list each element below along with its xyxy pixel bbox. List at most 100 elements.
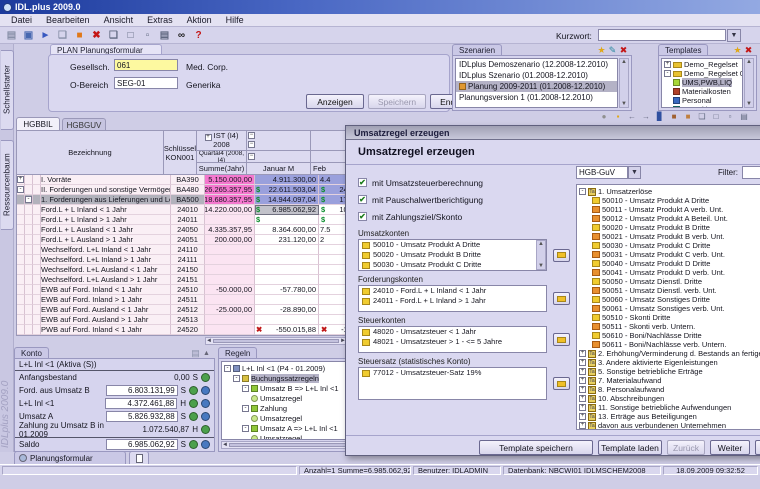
table-row[interactable]: Wechselford. L+L Inland > 1 Jahr24111 — [17, 255, 347, 265]
menu-datei[interactable]: Datei — [4, 15, 39, 25]
row-name-cell[interactable]: EWB auf Ford. Inland < 1 Jahr — [41, 285, 171, 295]
collapse-row-icon[interactable]: − — [248, 132, 255, 139]
menu-extras[interactable]: Extras — [140, 15, 180, 25]
tree-expander-icon[interactable]: + — [579, 404, 586, 411]
checkbox-checked-icon[interactable]: ✔ — [358, 212, 367, 221]
listbox-scrollbar[interactable]: ▲▼ — [536, 240, 546, 270]
konten-tree-item[interactable]: 50511 - Skonti verb. Untern. — [579, 322, 760, 331]
konto-row-value[interactable]: 6.803.131,99 — [106, 385, 178, 396]
konten-tree-item[interactable]: 50051 - Umsatz Dienstl. verb. Unt. — [579, 286, 760, 295]
tree-expander-icon[interactable]: - — [664, 70, 671, 77]
summe-cell[interactable] — [205, 255, 255, 265]
tab-hgbbil[interactable]: HGBBIL — [16, 117, 60, 131]
post-green-icon[interactable] — [189, 399, 198, 408]
konten-listbox[interactable]: 50010 - Umsatz Produkt A Dritte50020 - U… — [358, 239, 547, 271]
cascade-windows-icon[interactable]: ❏ — [106, 28, 121, 42]
status-dot-icon[interactable]: ● — [598, 111, 610, 122]
column-header-ist[interactable]: + IST (I4)2008 Quartal4 (2008, I4) Summe… — [197, 131, 247, 175]
collapse-row-icon[interactable]: − — [248, 153, 255, 160]
konto-list-item[interactable]: 50010 - Umsatz Produkt A Dritte — [359, 240, 546, 250]
konten-tree-item[interactable]: 50031 - Umsatz Produkt C verb. Unt. — [579, 250, 760, 259]
tree-expander-icon[interactable]: - — [224, 365, 231, 372]
scroll-left-icon[interactable]: ◄ — [206, 338, 212, 344]
tree-expander-icon[interactable]: + — [664, 61, 671, 68]
summe-cell[interactable]: -25.000,00 — [205, 305, 255, 315]
row-name-cell[interactable]: II. Forderungen und sonstige Vermögensge… — [41, 185, 171, 195]
sidebar-tab-schnellstarter[interactable]: Schnellstarter — [1, 50, 14, 130]
detail-blue-icon[interactable] — [201, 399, 210, 408]
gesellschaft-field[interactable]: 061 — [114, 59, 178, 71]
konten-tree-item[interactable]: 50030 - Umsatz Produkt C Dritte — [579, 241, 760, 250]
summe-cell[interactable] — [205, 245, 255, 255]
scroll-up-icon[interactable]: ▲ — [538, 241, 544, 247]
summe-cell[interactable] — [205, 315, 255, 325]
edit-icon[interactable]: ✎ — [607, 45, 618, 56]
regel-tree-item[interactable]: -Umsatz B => L+L Inl <1 — [223, 383, 347, 393]
summe-cell[interactable] — [205, 325, 255, 335]
tree-expander-icon[interactable]: + — [579, 359, 586, 366]
row-name-cell[interactable]: PWB auf Ford. Inland < 1 Jahr — [41, 325, 171, 335]
menu-aktion[interactable]: Aktion — [180, 15, 219, 25]
filter-input[interactable] — [742, 166, 760, 179]
summe-cell[interactable] — [205, 265, 255, 275]
row-name-cell[interactable]: Wechselford. L+L Inland < 1 Jahr — [41, 245, 171, 255]
menu-bearbeiten[interactable]: Bearbeiten — [39, 15, 97, 25]
expand-ist-icon[interactable]: + — [205, 134, 212, 141]
januar-cell[interactable] — [255, 265, 319, 275]
januar-cell[interactable]: -57.780,00 — [255, 285, 319, 295]
send-icon[interactable]: ► — [38, 28, 53, 42]
minimize-window-icon[interactable]: ▫ — [140, 28, 155, 42]
menu-hilfe[interactable]: Hilfe — [219, 15, 251, 25]
table-row[interactable]: Wechselford. L+L Ausland < 1 Jahr24150 — [17, 265, 347, 275]
table-row[interactable]: - II. Forderungen und sonstige Vermögensg… — [17, 185, 347, 195]
regel-tree-item[interactable]: Umsatzregel — [223, 433, 347, 440]
note-icon[interactable]: ▪ — [612, 111, 624, 122]
tree-expander-icon[interactable]: - — [25, 196, 32, 203]
window-icon[interactable]: □ — [123, 28, 138, 42]
januar-cell[interactable]: $22.611.503,04 — [255, 185, 319, 195]
template-tree-item[interactable]: +Demo_Regelset — [662, 60, 742, 69]
table-row[interactable]: EWB auf Ford. Inland < 1 Jahr24510-50.00… — [17, 285, 347, 295]
konten-tree-item[interactable]: 50060 - Umsatz Sonstiges Dritte — [579, 295, 760, 304]
column-header-schluessel[interactable]: Schlüssel KON001 — [163, 131, 196, 174]
konten-tree-item[interactable]: +Ta13. Erträge aus Beteiligungen — [579, 412, 760, 421]
table-row[interactable]: Ford.L + L Inland > 1 Jahr24011$$ — [17, 215, 347, 225]
konten-tree-item[interactable]: 50012 - Umsatz Produkt A Beteil. Unt. — [579, 214, 760, 223]
row-name-cell[interactable]: I. Vorräte — [41, 175, 171, 185]
weiter-button[interactable]: Weiter — [710, 440, 750, 455]
tile2-icon[interactable]: ▤ — [738, 111, 750, 122]
konten-tree-item[interactable]: 50040 - Umsatz Produkt D Dritte — [579, 259, 760, 268]
regel-tree-item[interactable]: -Umsatz A => L+L Inl <1 — [223, 423, 347, 433]
print-icon[interactable]: ▤ — [4, 28, 19, 42]
regeln-horizontal-scrollbar[interactable]: ◄ — [221, 441, 349, 449]
scenario-item[interactable]: Planung 2009-2011 (01.2008-12.2010) — [456, 81, 617, 92]
januar-cell[interactable]: $6.985.062,92 — [255, 205, 319, 215]
tree-expander-icon[interactable]: + — [579, 350, 586, 357]
tree-expander-icon[interactable]: - — [17, 186, 24, 193]
row-name-cell[interactable]: Ford.L + L Inland > 1 Jahr — [41, 215, 171, 225]
row-name-cell[interactable]: EWB auf Ford. Ausland < 1 Jahr — [41, 305, 171, 315]
kurzwort-dropdown-button[interactable]: ▼ — [727, 29, 741, 42]
delete-icon[interactable]: ✖ — [89, 28, 104, 42]
konten-view-combo[interactable]: HGB-GuV — [576, 166, 628, 179]
help-icon[interactable]: ? — [191, 28, 206, 42]
row-name-cell[interactable]: Wechselford. L+L Ausland < 1 Jahr — [41, 265, 171, 275]
konten-tree-item[interactable]: 50611 - Boni/Nachlässe verb. Untern. — [579, 340, 760, 349]
konten-tree-item[interactable]: +Ta10. Abschreibungen — [579, 394, 760, 403]
summe-cell[interactable]: 14.220.000,00 — [205, 205, 255, 215]
combo-dropdown-icon[interactable]: ▼ — [628, 166, 641, 179]
detail-blue-icon[interactable] — [201, 412, 210, 421]
table-row[interactable]: Ford.L + L Ausland > 1 Jahr24051200.000,… — [17, 235, 347, 245]
januar-cell[interactable] — [255, 255, 319, 265]
post-green-icon[interactable] — [201, 373, 210, 382]
table-row[interactable]: +I. VorräteBA3905.150.000,004.911.300,00… — [17, 175, 347, 185]
checkbox-checked-icon[interactable]: ✔ — [358, 195, 367, 204]
preview-icon[interactable]: ▣ — [21, 28, 36, 42]
konten-tree-item[interactable]: 50061 - Umsatz Sonstiges verb. Unt. — [579, 304, 760, 313]
search-binoculars-icon[interactable]: ∞ — [174, 28, 189, 42]
konten-tree-item[interactable]: 50020 - Umsatz Produkt B Dritte — [579, 223, 760, 232]
tree-expander-icon[interactable]: + — [579, 386, 586, 393]
post-green-icon[interactable] — [189, 386, 198, 395]
kurzwort-input[interactable] — [598, 29, 726, 41]
sidebar-tab-ressourcenbaum[interactable]: Ressourcenbaum — [1, 140, 14, 230]
